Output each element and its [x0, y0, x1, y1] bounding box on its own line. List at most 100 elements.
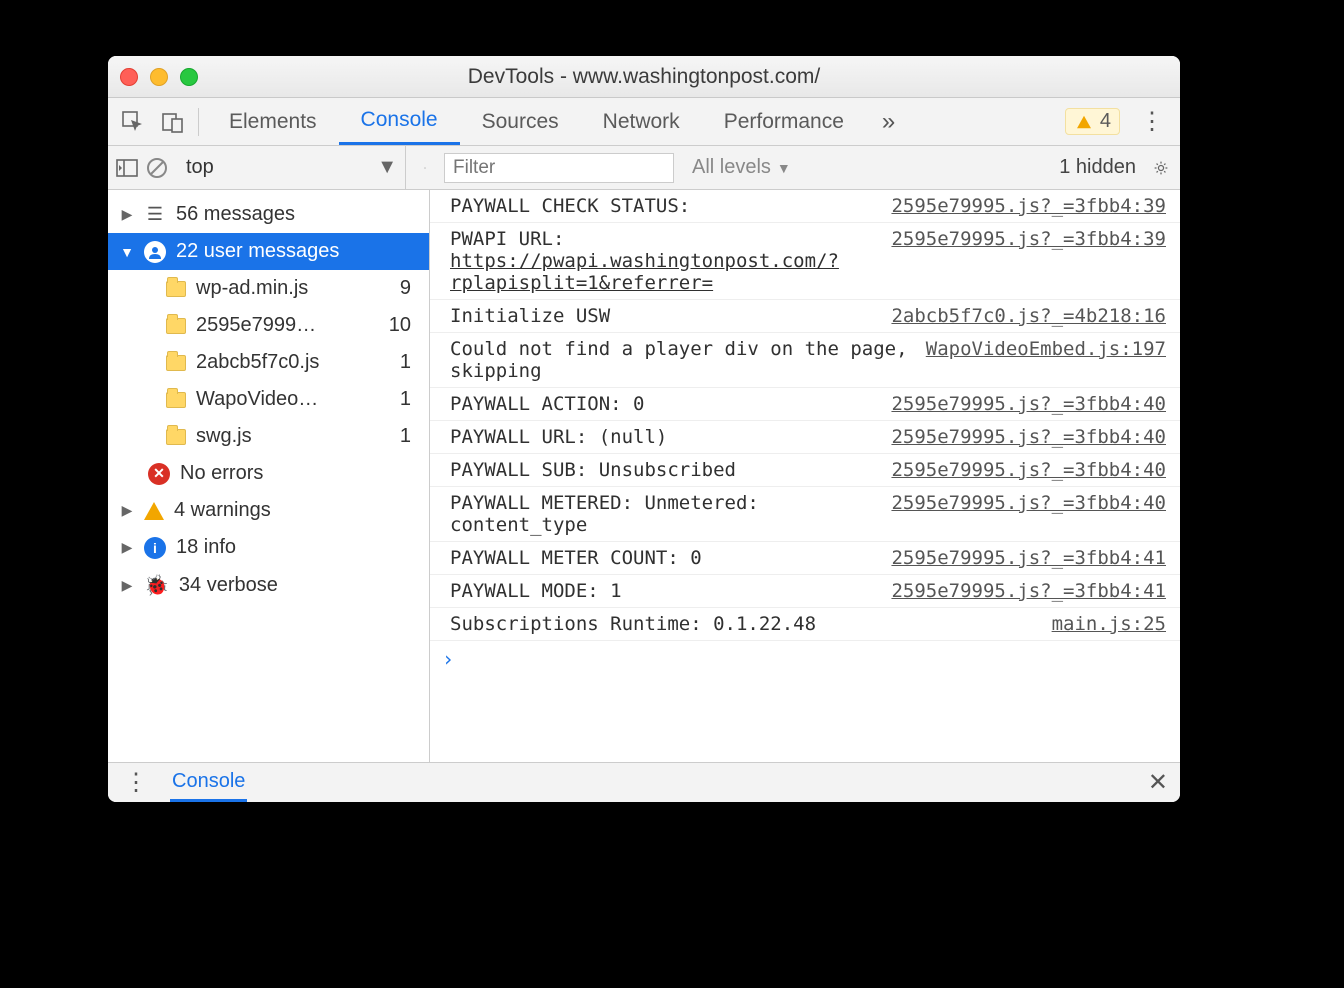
filter-input[interactable] [444, 153, 674, 183]
tab-performance[interactable]: Performance [702, 98, 866, 145]
toggle-sidebar-icon[interactable] [116, 157, 138, 179]
sidebar-item-info[interactable]: ▶ i 18 info [108, 529, 429, 566]
sidebar-label: 34 verbose [179, 574, 278, 597]
sidebar-item-verbose[interactable]: ▶ 🐞 34 verbose [108, 566, 429, 605]
drawer-close-button[interactable]: ✕ [1148, 768, 1168, 797]
folder-icon [166, 281, 186, 297]
file-name: wp-ad.min.js [196, 277, 308, 300]
console-settings-icon[interactable] [1150, 157, 1172, 179]
log-source-link[interactable]: 2595e79995.js?_=3fbb4:40 [891, 426, 1166, 448]
warnings-badge[interactable]: 4 [1065, 108, 1120, 135]
log-message: PAYWALL METERED: Unmetered: content_type [450, 492, 877, 536]
context-selector[interactable]: top ▼ [176, 146, 406, 189]
console-log-row[interactable]: PAYWALL METER COUNT: 02595e79995.js?_=3f… [430, 542, 1180, 575]
expand-icon: ▶ [120, 577, 134, 594]
log-source-link[interactable]: 2abcb5f7c0.js?_=4b218:16 [891, 305, 1166, 327]
file-count: 10 [389, 314, 419, 337]
log-source-link[interactable]: 2595e79995.js?_=3fbb4:40 [891, 459, 1166, 481]
titlebar: DevTools - www.washingtonpost.com/ [108, 56, 1180, 98]
close-window-button[interactable] [120, 68, 138, 86]
sidebar-file-item[interactable]: 2abcb5f7c0.js1 [108, 344, 429, 381]
more-tabs-button[interactable]: » [876, 108, 897, 136]
log-source-link[interactable]: 2595e79995.js?_=3fbb4:40 [891, 393, 1166, 415]
tab-console[interactable]: Console [339, 98, 460, 145]
hidden-count[interactable]: 1 hidden [1059, 156, 1142, 179]
devtools-window: DevTools - www.washingtonpost.com/ Eleme… [108, 56, 1180, 802]
log-levels-selector[interactable]: All levels ▼ [682, 156, 801, 179]
console-log-row[interactable]: Subscriptions Runtime: 0.1.22.48 main.js:… [430, 608, 1180, 641]
console-prompt[interactable]: › [430, 641, 1180, 677]
warning-icon [144, 502, 164, 520]
panel-tabs: ElementsConsoleSourcesNetworkPerformance [207, 98, 866, 145]
log-message: PAYWALL SUB: Unsubscribed [450, 459, 877, 481]
log-message: PWAPI URL: https://pwapi.washingtonpost.… [450, 228, 877, 294]
live-expression-icon[interactable] [414, 157, 436, 179]
drawer: ⋮ Console ✕ [108, 762, 1180, 802]
console-toolbar: top ▼ All levels ▼ 1 hidden [108, 146, 1180, 190]
minimize-window-button[interactable] [150, 68, 168, 86]
expand-icon: ▶ [120, 502, 134, 519]
expand-icon: ▶ [120, 539, 134, 556]
file-name: WapoVideo… [196, 388, 318, 411]
file-name: 2595e7999… [196, 314, 316, 337]
console-log-row[interactable]: PAYWALL METERED: Unmetered: content_type… [430, 487, 1180, 542]
folder-icon [166, 392, 186, 408]
folder-icon [166, 355, 186, 371]
log-link[interactable]: https://pwapi.washingtonpost.com/?rplapi… [450, 250, 839, 294]
file-name: 2abcb5f7c0.js [196, 351, 319, 374]
log-message: Subscriptions Runtime: 0.1.22.48 [450, 613, 1038, 635]
console-log-row[interactable]: Could not find a player div on the page,… [430, 333, 1180, 388]
folder-icon [166, 429, 186, 445]
sidebar-label: 56 messages [176, 203, 295, 226]
log-source-link[interactable]: 2595e79995.js?_=3fbb4:39 [891, 228, 1166, 294]
sidebar-file-item[interactable]: swg.js1 [108, 418, 429, 455]
sidebar-file-item[interactable]: 2595e7999… 10 [108, 307, 429, 344]
dropdown-icon: ▼ [377, 156, 397, 179]
log-source-link[interactable]: WapoVideoEmbed.js:197 [926, 338, 1166, 382]
log-source-link[interactable]: 2595e79995.js?_=3fbb4:41 [891, 547, 1166, 569]
maximize-window-button[interactable] [180, 68, 198, 86]
tab-sources[interactable]: Sources [460, 98, 581, 145]
device-toolbar-icon[interactable] [162, 111, 184, 133]
console-log-row[interactable]: PAYWALL MODE: 1 2595e79995.js?_=3fbb4:41 [430, 575, 1180, 608]
log-source-link[interactable]: 2595e79995.js?_=3fbb4:39 [891, 195, 1166, 217]
console-output: PAYWALL CHECK STATUS: 2595e79995.js?_=3fb… [430, 190, 1180, 762]
log-source-link[interactable]: 2595e79995.js?_=3fbb4:41 [891, 580, 1166, 602]
separator [198, 108, 199, 136]
console-log-row[interactable]: Initialize USW2abcb5f7c0.js?_=4b218:16 [430, 300, 1180, 333]
console-log-row[interactable]: PWAPI URL: https://pwapi.washingtonpost.… [430, 223, 1180, 300]
user-icon [144, 241, 166, 263]
log-source-link[interactable]: main.js:25 [1052, 613, 1166, 635]
console-log-row[interactable]: PAYWALL CHECK STATUS: 2595e79995.js?_=3fb… [430, 190, 1180, 223]
sidebar-file-item[interactable]: WapoVideo… 1 [108, 381, 429, 418]
levels-label: All levels [692, 156, 771, 179]
collapse-icon: ▼ [120, 244, 134, 260]
dock-icons [108, 111, 198, 133]
sidebar-item-messages[interactable]: ▶ ☰ 56 messages [108, 196, 429, 233]
console-log-row[interactable]: PAYWALL URL: (null)2595e79995.js?_=3fbb4… [430, 421, 1180, 454]
log-source-link[interactable]: 2595e79995.js?_=3fbb4:40 [891, 492, 1166, 536]
dropdown-icon: ▼ [777, 160, 791, 176]
file-count: 1 [400, 425, 419, 448]
main-menu-button[interactable]: ⋮ [1136, 107, 1168, 136]
sidebar-item-errors[interactable]: ✕ No errors [108, 455, 429, 492]
console-log-row[interactable]: PAYWALL ACTION: 02595e79995.js?_=3fbb4:4… [430, 388, 1180, 421]
main-tabbar: ElementsConsoleSourcesNetworkPerformance… [108, 98, 1180, 146]
sidebar-label: 18 info [176, 536, 236, 559]
tab-elements[interactable]: Elements [207, 98, 339, 145]
console-log-row[interactable]: PAYWALL SUB: Unsubscribed 2595e79995.js?_… [430, 454, 1180, 487]
traffic-lights [120, 68, 198, 86]
clear-console-icon[interactable] [146, 157, 168, 179]
sidebar-file-item[interactable]: wp-ad.min.js9 [108, 270, 429, 307]
file-count: 1 [400, 388, 419, 411]
console-sidebar: ▶ ☰ 56 messages ▼ 22 user messages wp-ad… [108, 190, 430, 762]
drawer-menu-button[interactable]: ⋮ [120, 768, 152, 797]
sidebar-label: 22 user messages [176, 240, 339, 263]
sidebar-item-user-messages[interactable]: ▼ 22 user messages [108, 233, 429, 270]
inspect-element-icon[interactable] [122, 111, 144, 133]
log-message: PAYWALL MODE: 1 [450, 580, 877, 602]
tab-network[interactable]: Network [581, 98, 702, 145]
log-message: PAYWALL CHECK STATUS: [450, 195, 877, 217]
sidebar-item-warnings[interactable]: ▶ 4 warnings [108, 492, 429, 529]
drawer-tab-console[interactable]: Console [170, 763, 247, 802]
